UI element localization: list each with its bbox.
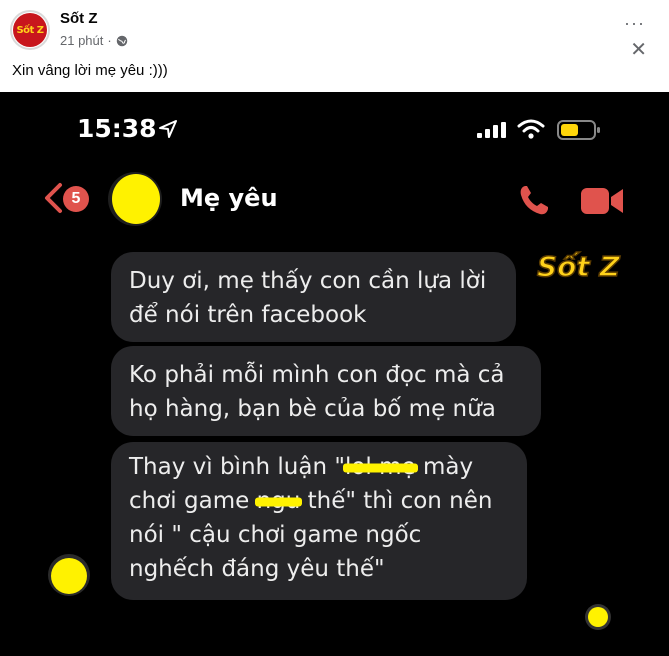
message-line: chơi game ngu thế" thì con nên xyxy=(129,484,509,518)
close-icon[interactable]: ✕ xyxy=(630,40,647,60)
message-line: Thay vì bình luận "lol mẹ mày xyxy=(129,450,509,484)
message-text: mày xyxy=(415,454,474,480)
message-text: Thay vì bình luận " xyxy=(129,454,345,480)
sotz-watermark-logo: Sốt Z xyxy=(536,249,621,284)
page-logo: Sốt Z xyxy=(13,13,47,47)
cellular-signal-icon xyxy=(477,122,506,138)
globe-icon xyxy=(116,35,127,46)
message-line: Ko phải mỗi mình con đọc mà cả xyxy=(129,362,505,388)
location-arrow-icon xyxy=(159,120,177,138)
phone-call-icon[interactable] xyxy=(517,183,551,217)
post-image[interactable]: 15:38 5 Mẹ yêu Sốt Z Duy ơi, mẹ thấy con… xyxy=(0,92,669,656)
wifi-icon xyxy=(517,119,545,139)
message-line: họ hàng, bạn bè của bố mẹ nữa xyxy=(129,396,496,422)
watermark-text: Sốt Z xyxy=(537,250,621,283)
post-header: Sốt Z Sốt Z 21 phút · ··· ✕ Xin vâng lời… xyxy=(0,0,669,92)
message-bubble[interactable]: Ko phải mỗi mình con đọc mà cả họ hàng, … xyxy=(111,346,541,436)
unread-count-badge[interactable]: 5 xyxy=(63,186,89,212)
sender-avatar[interactable] xyxy=(48,554,90,596)
separator-dot: · xyxy=(107,33,112,48)
page-name[interactable]: Sốt Z xyxy=(60,10,98,27)
contact-name[interactable]: Mẹ yêu xyxy=(180,184,278,212)
more-options-icon[interactable]: ··· xyxy=(624,14,645,32)
avatar-blur-mask xyxy=(51,558,87,594)
post-caption: Xin vâng lời mẹ yêu :))) xyxy=(12,62,168,79)
censored-word: lol mẹ xyxy=(345,450,416,484)
read-receipt-avatar xyxy=(585,604,611,630)
post-time[interactable]: 21 phút xyxy=(60,33,103,48)
avatar-blur-mask xyxy=(588,607,608,627)
message-line: để nói trên facebook xyxy=(129,302,367,328)
message-line: Duy ơi, mẹ thấy con cần lựa lời xyxy=(129,268,487,294)
post-meta: 21 phút · xyxy=(60,33,128,48)
page-avatar[interactable]: Sốt Z xyxy=(10,10,50,50)
status-time: 15:38 xyxy=(77,114,157,143)
video-camera-icon[interactable] xyxy=(580,186,624,216)
contact-avatar[interactable] xyxy=(108,172,162,226)
avatar-blur-mask xyxy=(112,174,160,224)
message-text: chơi game xyxy=(129,488,257,514)
message-line: nghếch đáng yêu thế" xyxy=(129,556,385,582)
back-chevron-icon[interactable] xyxy=(42,182,64,214)
message-bubble[interactable]: Duy ơi, mẹ thấy con cần lựa lời để nói t… xyxy=(111,252,516,342)
message-bubble[interactable]: Thay vì bình luận "lol mẹ mày chơi game … xyxy=(111,442,527,600)
censored-word: ngu xyxy=(257,484,301,518)
message-line: nói " cậu chơi game ngốc xyxy=(129,522,422,548)
message-text: thế" thì con nên xyxy=(300,488,493,514)
battery-icon xyxy=(557,120,600,140)
